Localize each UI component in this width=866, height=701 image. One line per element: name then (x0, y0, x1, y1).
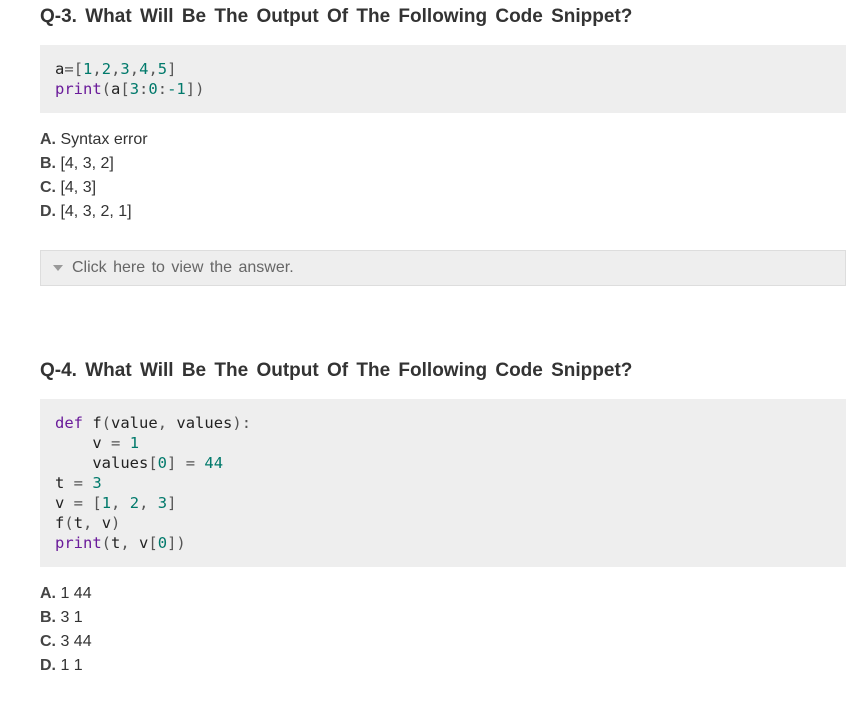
view-answer-toggle[interactable]: Click here to view the answer. (40, 250, 846, 286)
option-b: B. 3 1 (40, 609, 83, 626)
code-line: print(t, v[0]) (55, 534, 186, 552)
view-answer-label: Click here to view the answer. (72, 259, 294, 276)
code-line: t = 3 (55, 474, 102, 492)
option-a: A. Syntax error (40, 131, 148, 148)
code-line: print(a[3:0:-1]) (55, 80, 205, 98)
option-b: B. [4, 3, 2] (40, 155, 114, 172)
option-c: C. [4, 3] (40, 179, 97, 196)
code-line: v = [1, 2, 3] (55, 494, 177, 512)
code-snippet-q3: a=[1,2,3,4,5] print(a[3:0:-1]) (40, 45, 846, 113)
code-line: values[0] = 44 (55, 454, 224, 472)
options-q4: A. 1 44 B. 3 1 C. 3 44 D. 1 1 (40, 582, 846, 678)
question-4-title: Q-4. What Will Be The Output Of The Foll… (40, 360, 633, 381)
code-line: f(t, v) (55, 514, 121, 532)
question-3-title: Q-3. What Will Be The Output Of The Foll… (40, 6, 633, 27)
option-a: A. 1 44 (40, 585, 92, 602)
code-line: def f(value, values): (55, 414, 252, 432)
code-snippet-q4: def f(value, values): v = 1 values[0] = … (40, 399, 846, 567)
code-line: a=[1,2,3,4,5] (55, 60, 177, 78)
option-d: D. [4, 3, 2, 1] (40, 203, 132, 220)
code-line: v = 1 (55, 434, 140, 452)
question-3: Q-3. What Will Be The Output Of The Foll… (40, 5, 846, 286)
option-d: D. 1 1 (40, 657, 83, 674)
option-c: C. 3 44 (40, 633, 92, 650)
question-4: Q-4. What Will Be The Output Of The Foll… (40, 359, 846, 678)
options-q3: A. Syntax error B. [4, 3, 2] C. [4, 3] D… (40, 128, 846, 224)
caret-down-icon (53, 265, 63, 271)
